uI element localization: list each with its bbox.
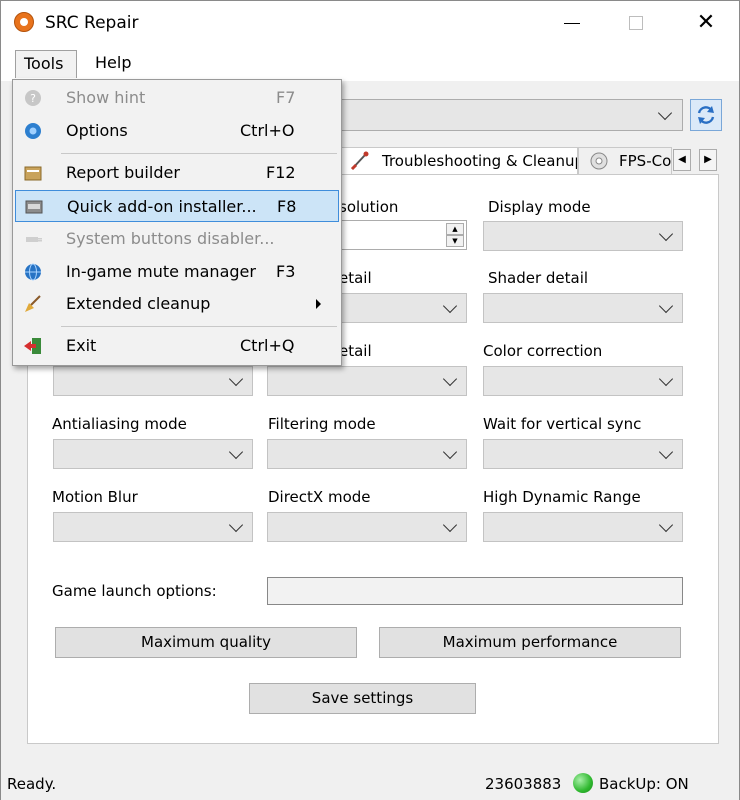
broom-icon <box>25 295 41 312</box>
menu-item-system-buttons-disabler[interactable]: System buttons disabler... <box>15 223 339 255</box>
hdr-label: High Dynamic Range <box>483 488 641 506</box>
chevron-down-icon <box>658 371 674 387</box>
refresh-button[interactable] <box>690 99 722 131</box>
spin-up-button[interactable]: ▲ <box>446 223 464 235</box>
antialiasing-label: Antialiasing mode <box>52 415 187 433</box>
status-text: Ready. <box>7 775 57 793</box>
shader-detail-select[interactable] <box>483 293 683 323</box>
menu-item-ingame-mute-manager[interactable]: In-game mute manager F3 <box>15 256 339 288</box>
status-number: 23603883 <box>485 775 562 793</box>
game-select[interactable] <box>331 99 683 131</box>
menu-item-extended-cleanup[interactable]: Extended cleanup <box>15 288 339 320</box>
menu-item-quick-addon-installer[interactable]: Quick add-on installer... F8 <box>15 190 339 222</box>
window-title: SRC Repair <box>45 13 139 33</box>
triangle-right-icon: ▶ <box>704 154 712 165</box>
installer-icon <box>25 200 43 214</box>
display-mode-label: Display mode <box>488 198 591 216</box>
chevron-down-icon <box>442 517 458 533</box>
close-button[interactable]: ✕ <box>683 1 729 45</box>
motion-blur-select[interactable] <box>53 512 253 542</box>
directx-label: DirectX mode <box>268 488 371 506</box>
max-performance-button[interactable]: Maximum performance <box>379 627 681 658</box>
save-settings-button[interactable]: Save settings <box>249 683 476 714</box>
texture-detail-select[interactable] <box>53 366 253 396</box>
menu-item-report-builder[interactable]: Report builder F12 <box>15 157 339 189</box>
model-detail-label: etail <box>339 269 372 287</box>
hint-icon: ? <box>25 90 41 106</box>
chevron-down-icon <box>658 517 674 533</box>
color-correction-label: Color correction <box>483 342 603 360</box>
menu-item-options[interactable]: Options Ctrl+O <box>15 115 339 147</box>
menu-help[interactable]: Help <box>87 50 139 78</box>
resolution-label: solution <box>339 198 399 216</box>
minimize-icon <box>564 23 580 24</box>
globe-icon <box>25 263 41 281</box>
disc-icon <box>590 152 608 170</box>
color-correction-select[interactable] <box>483 366 683 396</box>
water-detail-label: etail <box>339 342 372 360</box>
chevron-down-icon <box>228 371 244 387</box>
status-bar: Ready. 23603883 BackUp: ON <box>1 769 739 800</box>
chevron-down-icon <box>228 444 244 460</box>
report-icon <box>24 166 42 181</box>
chevron-down-icon <box>442 298 458 314</box>
water-detail-select[interactable] <box>267 366 467 396</box>
antialiasing-select[interactable] <box>53 439 253 469</box>
options-icon <box>25 123 41 139</box>
filtering-label: Filtering mode <box>268 415 376 433</box>
tab-fps-configs[interactable]: FPS-Co <box>578 147 672 175</box>
backup-status-icon <box>573 773 593 793</box>
chevron-down-icon <box>228 517 244 533</box>
tools-dropdown-menu: ? Show hint F7 Options Ctrl+O Report bui… <box>12 79 342 366</box>
title-bar: SRC Repair ✕ <box>1 1 739 45</box>
triangle-up-icon: ▲ <box>452 225 458 233</box>
menu-item-exit[interactable]: Exit Ctrl+Q <box>15 330 339 362</box>
tab-fps-label: FPS-Co <box>619 152 672 170</box>
max-quality-button[interactable]: Maximum quality <box>55 627 357 658</box>
refresh-icon <box>697 106 715 124</box>
plug-icon <box>26 237 42 242</box>
chevron-down-icon <box>442 371 458 387</box>
svg-text:?: ? <box>30 92 36 105</box>
menu-separator <box>61 153 337 154</box>
close-icon: ✕ <box>696 10 716 35</box>
menu-separator <box>61 326 337 327</box>
submenu-arrow-icon <box>316 299 321 309</box>
menu-tools[interactable]: Tools <box>15 50 77 78</box>
exit-icon <box>24 338 41 354</box>
shader-detail-label: Shader detail <box>488 269 589 287</box>
tab-scroll-left[interactable]: ◀ <box>673 149 691 171</box>
filtering-select[interactable] <box>267 439 467 469</box>
spin-down-button[interactable]: ▼ <box>446 235 464 247</box>
backup-status: BackUp: ON <box>599 775 689 793</box>
maximize-button[interactable] <box>613 1 659 45</box>
display-mode-select[interactable] <box>483 221 683 251</box>
chevron-down-icon <box>658 444 674 460</box>
chevron-down-icon <box>658 226 674 242</box>
motion-blur-label: Motion Blur <box>52 488 138 506</box>
launch-options-label: Game launch options: <box>52 582 217 600</box>
tab-troubleshooting[interactable]: Troubleshooting & Cleanup <box>338 147 578 175</box>
directx-select[interactable] <box>267 512 467 542</box>
wrench-icon <box>350 151 369 171</box>
resolution-spinner[interactable]: ▲ ▼ <box>331 220 467 250</box>
triangle-down-icon: ▼ <box>452 237 458 245</box>
menu-bar: Tools Help <box>1 45 739 81</box>
tab-scroll-right[interactable]: ▶ <box>699 149 717 171</box>
app-logo-icon <box>14 12 34 32</box>
triangle-left-icon: ◀ <box>678 154 686 165</box>
vsync-label: Wait for vertical sync <box>483 415 642 433</box>
tab-troubleshooting-label: Troubleshooting & Cleanup <box>382 152 578 170</box>
chevron-down-icon <box>442 444 458 460</box>
menu-item-show-hint[interactable]: ? Show hint F7 <box>15 82 339 114</box>
chevron-down-icon <box>658 298 674 314</box>
chevron-down-icon <box>657 105 673 121</box>
launch-options-input[interactable] <box>267 577 683 605</box>
vsync-select[interactable] <box>483 439 683 469</box>
hdr-select[interactable] <box>483 512 683 542</box>
minimize-button[interactable] <box>549 1 595 45</box>
app-window: SRC Repair ✕ Tools Help Troubleshooting … <box>0 0 740 800</box>
maximize-icon <box>629 16 643 30</box>
